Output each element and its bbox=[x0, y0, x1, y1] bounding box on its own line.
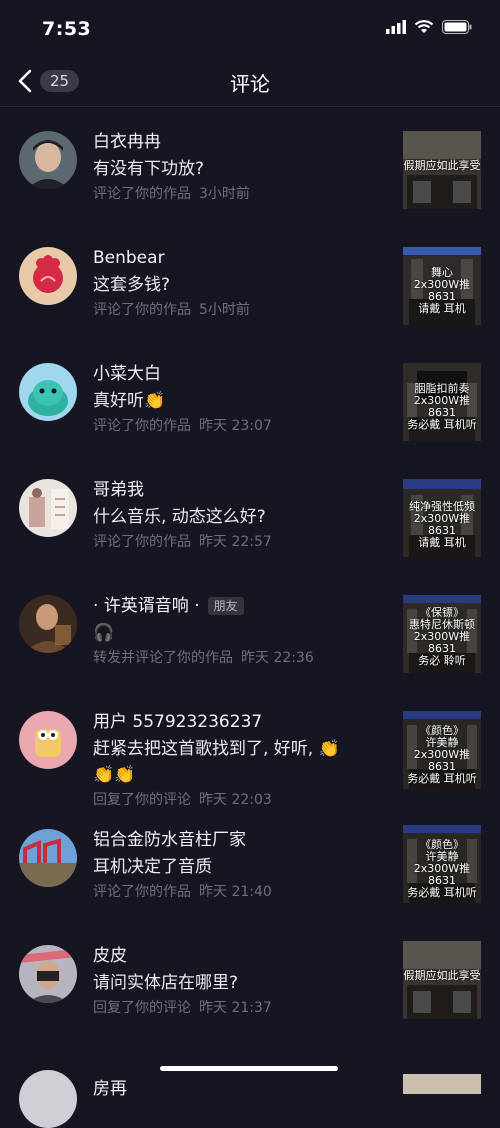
comment-meta: 评论了你的作品 3小时前 bbox=[93, 186, 250, 202]
comment-meta: 回复了你的评论 昨天 22:03 bbox=[93, 792, 272, 808]
page-title: 评论 bbox=[230, 72, 270, 96]
thumbnail-caption: 《颜色》 许美静 2x300W推8631 务必戴 耳机听 bbox=[407, 724, 477, 785]
cellular-signal-icon bbox=[386, 20, 406, 34]
status-time: 7:53 bbox=[42, 18, 92, 40]
comment-meta: 评论了你的作品 昨天 22:57 bbox=[93, 534, 272, 550]
home-indicator[interactable] bbox=[160, 1066, 338, 1071]
username[interactable]: 皮皮 bbox=[93, 945, 390, 967]
comment-text: 有没有下功放? bbox=[93, 159, 205, 179]
thumbnail-caption: 胭脂扣前奏 2x300W推8631 务必戴 耳机听 bbox=[407, 382, 477, 431]
avatar[interactable] bbox=[19, 1070, 77, 1128]
comment-row[interactable]: 铝合金防水音柱厂家 耳机决定了音质 评论了你的作品 昨天 21:40 《颜色》 许… bbox=[0, 823, 500, 939]
comment-meta: 评论了你的作品 昨天 23:07 bbox=[93, 418, 272, 434]
wifi-icon bbox=[414, 20, 434, 33]
comment-text: 什么音乐, 动态这么好? bbox=[93, 507, 266, 527]
comment-row[interactable]: · 许英谞音响 · 朋友 🎧 转发并评论了你的作品 昨天 22:36 《保镖》 惠特… bbox=[0, 571, 500, 687]
comment-text: 这套多钱? bbox=[93, 275, 171, 295]
username[interactable]: 哥弟我 bbox=[93, 479, 390, 501]
username[interactable]: 铝合金防水音柱厂家 bbox=[93, 829, 390, 851]
comment-text: 请问实体店在哪里? bbox=[93, 973, 239, 993]
avatar[interactable] bbox=[19, 247, 77, 305]
video-thumbnail[interactable]: 纯净强性低频 2x300W推8631 请戴 耳机 bbox=[403, 479, 481, 557]
comment-row[interactable]: Benbear 这套多钱? 评论了你的作品 5小时前 舞心 2x300W推8631… bbox=[0, 223, 500, 339]
comment-meta: 评论了你的作品 5小时前 bbox=[93, 302, 250, 318]
thumbnail-caption: 纯净强性低频 2x300W推8631 请戴 耳机 bbox=[409, 500, 475, 549]
video-thumbnail[interactable]: 《保镖》 惠特尼休斯顿 2x300W推8631 务必 聆听 bbox=[403, 595, 481, 673]
username[interactable]: 房再 bbox=[93, 1074, 127, 1099]
comment-meta: 回复了你的评论 昨天 21:37 bbox=[93, 1000, 272, 1016]
comment-meta: 评论了你的作品 昨天 21:40 bbox=[93, 884, 272, 900]
avatar[interactable] bbox=[19, 363, 77, 421]
thumbnail-caption: 假期应如此享受 bbox=[403, 969, 481, 982]
video-thumbnail[interactable]: 舞心 2x300W推8631 请戴 耳机 bbox=[403, 247, 481, 325]
friend-badge: 朋友 bbox=[207, 597, 244, 615]
avatar[interactable] bbox=[19, 711, 77, 769]
status-icons bbox=[386, 20, 472, 34]
comment-row[interactable]: 用户 557923236237 赶紧去把这首歌找到了, 好听, 👏 👏👏 回复了… bbox=[0, 687, 500, 823]
thumbnail-caption: 舞心 2x300W推8631 请戴 耳机 bbox=[413, 266, 471, 315]
username[interactable]: 用户 557923236237 bbox=[93, 711, 390, 733]
video-thumbnail[interactable]: 假期应如此享受 bbox=[403, 941, 481, 1019]
avatar[interactable] bbox=[19, 479, 77, 537]
comment-text: 🎧 bbox=[93, 623, 115, 643]
video-thumbnail[interactable]: 假期应如此享受 bbox=[403, 131, 481, 209]
username[interactable]: · 许英谞音响 · 朋友 bbox=[93, 595, 390, 617]
comment-list: 白衣冉冉 有没有下功放? 评论了你的作品 3小时前 假期应如此享受 Benbea… bbox=[0, 107, 500, 1055]
avatar[interactable] bbox=[19, 945, 77, 1003]
comment-meta: 转发并评论了你的作品 昨天 22:36 bbox=[93, 650, 314, 666]
comment-row[interactable]: 白衣冉冉 有没有下功放? 评论了你的作品 3小时前 假期应如此享受 bbox=[0, 107, 500, 223]
comment-text: 赶紧去把这首歌找到了, 好听, 👏 👏👏 bbox=[93, 739, 340, 785]
status-bar: 7:53 bbox=[0, 0, 500, 56]
comment-text: 真好听👏 bbox=[93, 391, 166, 411]
comment-row[interactable]: 皮皮 请问实体店在哪里? 回复了你的评论 昨天 21:37 假期应如此享受 bbox=[0, 939, 500, 1055]
thumbnail-caption: 《颜色》 许美静 2x300W推8631 务必戴 耳机听 bbox=[407, 838, 477, 899]
battery-icon bbox=[442, 20, 472, 34]
username[interactable]: Benbear bbox=[93, 247, 390, 269]
username[interactable]: 小菜大白 bbox=[93, 363, 390, 385]
video-thumbnail[interactable]: 《颜色》 许美静 2x300W推8631 务必戴 耳机听 bbox=[403, 825, 481, 903]
video-thumbnail[interactable]: 《颜色》 许美静 2x300W推8631 务必戴 耳机听 bbox=[403, 711, 481, 789]
thumbnail-caption: 假期应如此享受 bbox=[403, 159, 481, 172]
video-thumbnail[interactable] bbox=[403, 1074, 481, 1094]
nav-bar: 25 评论 bbox=[0, 56, 500, 107]
avatar[interactable] bbox=[19, 131, 77, 189]
avatar[interactable] bbox=[19, 829, 77, 887]
thumbnail-caption: 《保镖》 惠特尼休斯顿 2x300W推8631 务必 聆听 bbox=[409, 606, 475, 667]
comment-row[interactable]: 小菜大白 真好听👏 评论了你的作品 昨天 23:07 胭脂扣前奏 2x300W推8… bbox=[0, 339, 500, 455]
username[interactable]: 白衣冉冉 bbox=[93, 131, 390, 153]
avatar[interactable] bbox=[19, 595, 77, 653]
comment-row[interactable]: 哥弟我 什么音乐, 动态这么好? 评论了你的作品 昨天 22:57 纯净强性低频 … bbox=[0, 455, 500, 571]
video-thumbnail[interactable]: 胭脂扣前奏 2x300W推8631 务必戴 耳机听 bbox=[403, 363, 481, 441]
comment-text: 耳机决定了音质 bbox=[93, 857, 212, 877]
